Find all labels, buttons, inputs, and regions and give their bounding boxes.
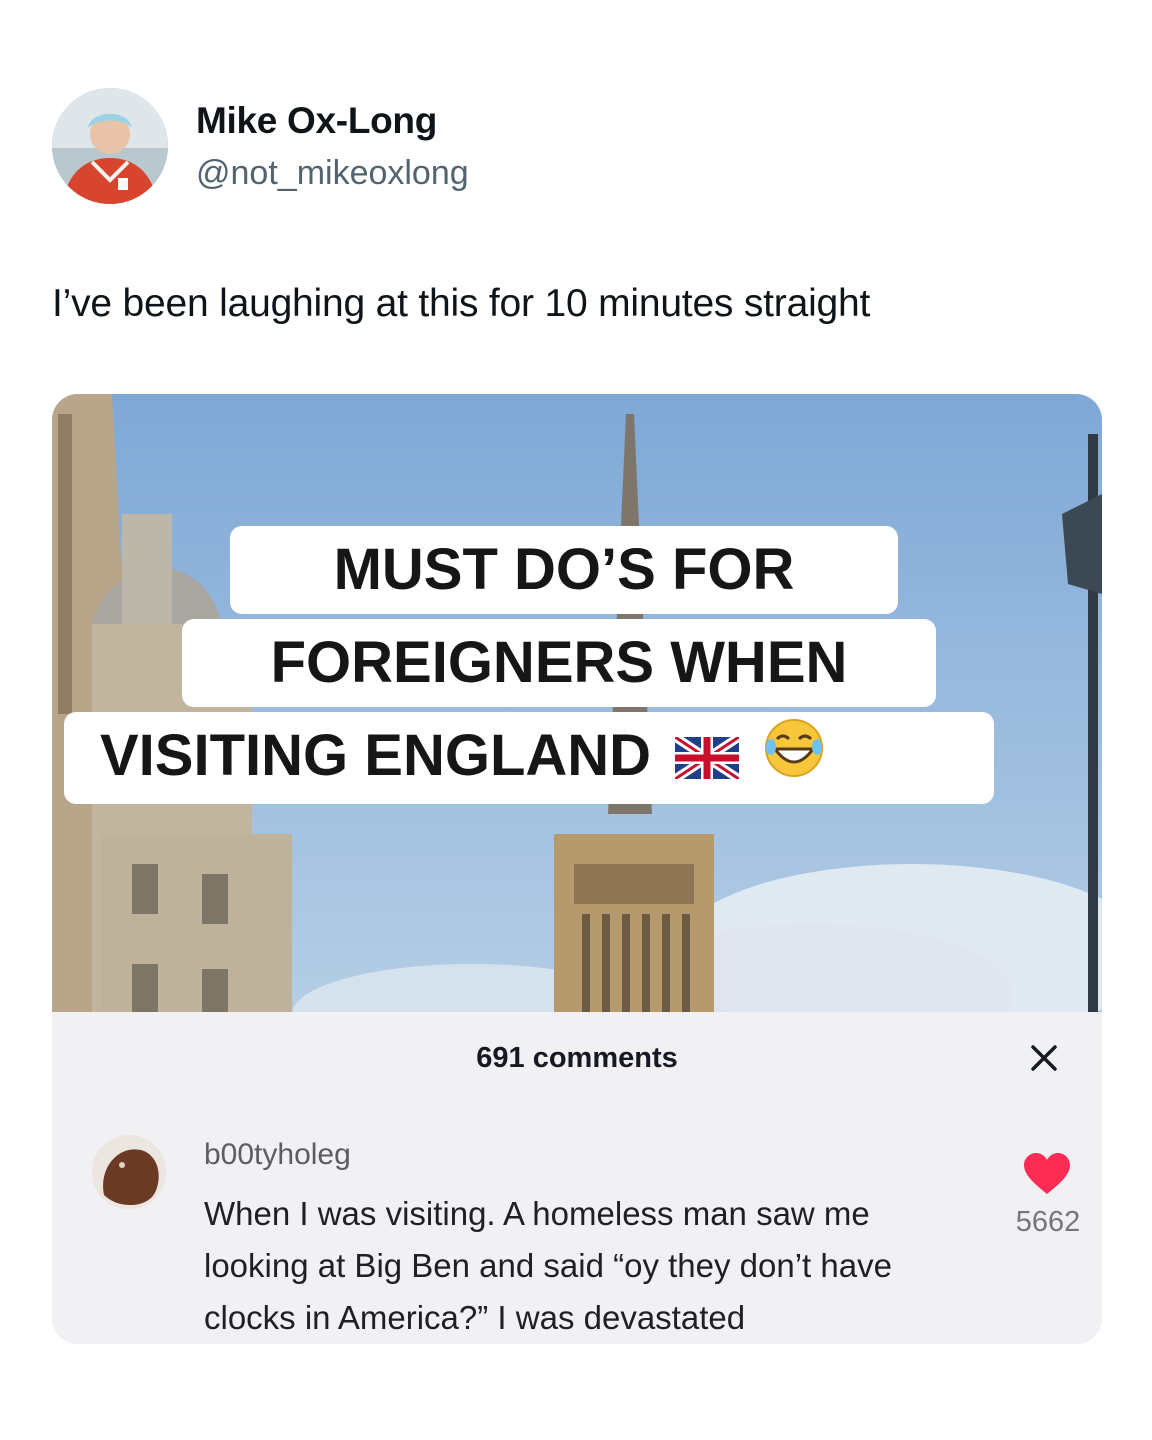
author-avatar[interactable]: [52, 88, 168, 204]
comments-count: 691 comments: [476, 1042, 678, 1074]
laughing-emoji-icon: [763, 716, 825, 804]
heart-icon[interactable]: [1022, 1152, 1072, 1196]
uk-flag-icon: [672, 716, 742, 804]
comments-panel: 691 comments b00tyholeg When I was visit…: [52, 1012, 1102, 1344]
caption-line-2: FOREIGNERS WHEN: [182, 619, 936, 707]
tweet-media[interactable]: MUST DO’S FOR FOREIGNERS WHEN VISITING E…: [52, 394, 1102, 1344]
commenter-avatar[interactable]: [92, 1135, 166, 1209]
author-handle[interactable]: @not_mikeoxlong: [196, 154, 469, 193]
comment-text: When I was visiting. A homeless man saw …: [204, 1195, 892, 1336]
close-icon[interactable]: [1026, 1040, 1062, 1076]
caption-line-3-text: VISITING ENGLAND: [100, 723, 652, 788]
caption-line-1: MUST DO’S FOR: [230, 526, 898, 614]
author-name[interactable]: Mike Ox-Long: [196, 100, 437, 142]
like-count: 5662: [1015, 1206, 1081, 1238]
tweet-text: I’ve been laughing at this for 10 minute…: [52, 282, 871, 325]
caption-line-3: VISITING ENGLAND: [64, 712, 994, 804]
commenter-username[interactable]: b00tyholeg: [204, 1138, 351, 1172]
